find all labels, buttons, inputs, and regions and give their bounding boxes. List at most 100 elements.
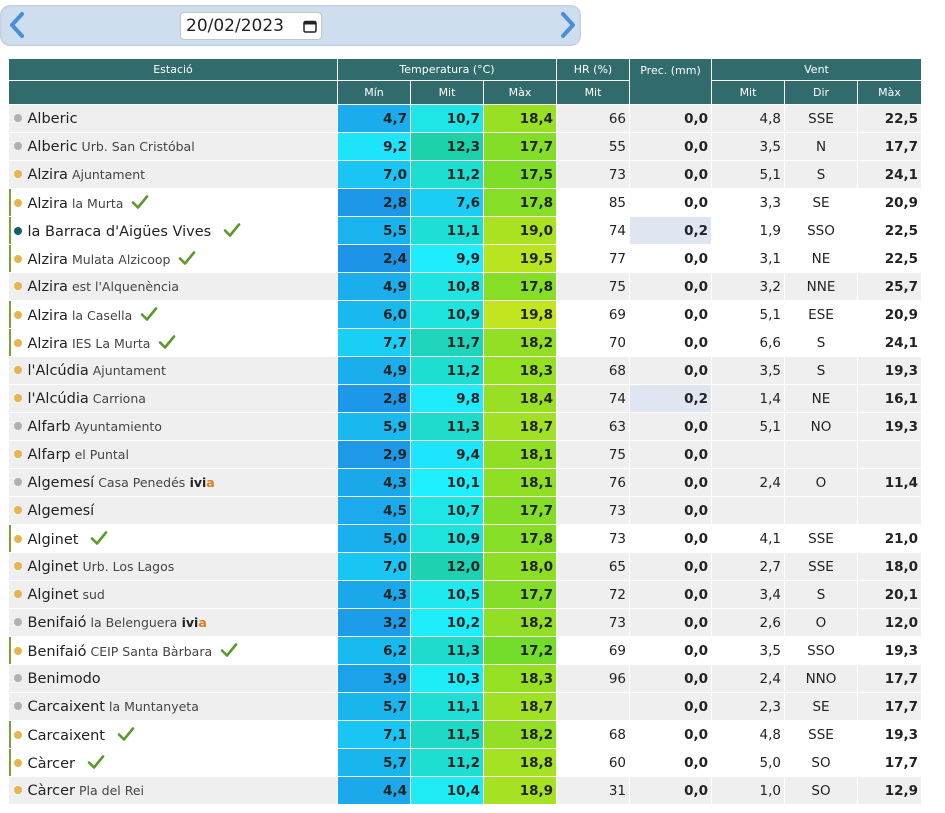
station-name[interactable]: Benifaió	[28, 615, 87, 631]
station-cell[interactable]: Benifaió CEIP Santa Bàrbara	[8, 636, 338, 665]
station-name[interactable]: Càrcer	[28, 756, 76, 772]
station-cell[interactable]: Alginet	[8, 524, 338, 553]
wind-max-cell: 20,9	[857, 300, 922, 329]
checkmark-icon	[117, 726, 135, 742]
station-name[interactable]: Benifaió	[28, 644, 87, 660]
temp-max-cell: 17,7	[483, 496, 557, 525]
station-name[interactable]: la Barraca d'Aigües Vives	[28, 224, 212, 240]
calendar-icon[interactable]	[303, 19, 317, 33]
station-cell[interactable]: Benimodo	[8, 664, 338, 693]
station-name[interactable]: Alberic	[28, 111, 78, 127]
checkmark-icon	[131, 194, 149, 210]
header-wind-max[interactable]: Màx	[857, 80, 922, 105]
station-name[interactable]: Alginet	[28, 532, 79, 548]
header-wind-avg[interactable]: Mit	[711, 80, 785, 105]
station-name[interactable]: Alginet	[28, 559, 79, 575]
station-name[interactable]: Alzira	[28, 308, 68, 324]
chevron-right-icon[interactable]	[551, 7, 583, 43]
station-cell[interactable]: Algemesí Casa Penedés ivia	[8, 468, 338, 497]
station-cell[interactable]: la Barraca d'Aigües Vives	[8, 216, 338, 245]
header-hr-avg[interactable]: Mit	[556, 80, 630, 105]
station-name[interactable]: Alzira	[28, 167, 68, 183]
hr-cell: 73	[556, 524, 630, 553]
status-dot-icon	[13, 505, 22, 514]
prec-cell: 0,0	[629, 524, 712, 553]
station-name[interactable]: Alfarp	[28, 447, 71, 463]
station-cell[interactable]: Alzira est l'Alquenència	[8, 272, 338, 301]
station-name[interactable]: l'Alcúdia	[28, 391, 89, 407]
wind-dir-cell: S	[784, 160, 858, 189]
station-name[interactable]: l'Alcúdia	[28, 363, 89, 379]
header-temp-avg[interactable]: Mit	[410, 80, 484, 105]
station-subname: Ayuntamiento	[74, 418, 162, 434]
table-row: Algemesí 4,5 10,7 17,7 73 0,0	[8, 496, 922, 525]
station-subname: Carriona	[92, 390, 146, 406]
table-row: l'Alcúdia Carriona 2,8 9,8 18,4 74 0,2 1,4 NE 16,…	[8, 384, 922, 413]
wind-dir-cell: SO	[784, 748, 858, 777]
wind-avg-cell	[711, 496, 785, 525]
prec-cell: 0,0	[629, 468, 712, 497]
station-name[interactable]: Alzira	[28, 279, 68, 295]
station-name[interactable]: Alzira	[28, 336, 68, 352]
station-cell[interactable]: Alberic	[8, 104, 338, 133]
station-name[interactable]: Algemesí	[28, 503, 95, 519]
station-cell[interactable]: l'Alcúdia Carriona	[8, 384, 338, 413]
header-temp-max[interactable]: Màx	[483, 80, 557, 105]
wind-max-cell: 20,9	[857, 188, 922, 217]
temp-min-cell: 3,2	[337, 608, 411, 637]
wind-max-cell: 17,7	[857, 132, 922, 161]
station-name[interactable]: Alginet	[28, 587, 79, 603]
station-cell[interactable]: Alberic Urb. San Cristóbal	[8, 132, 338, 161]
station-subname: Ajuntament	[92, 362, 166, 378]
date-input[interactable]: 20/02/2023	[180, 12, 322, 40]
station-cell[interactable]: Alzira Ajuntament	[8, 160, 338, 189]
temp-max-cell: 19,0	[483, 216, 557, 245]
station-cell[interactable]: Càrcer Pla del Rei	[8, 776, 338, 805]
station-cell[interactable]: Alzira la Murta	[8, 188, 338, 217]
station-cell[interactable]: Càrcer	[8, 748, 338, 777]
station-cell[interactable]: Carcaixent la Muntanyeta	[8, 692, 338, 721]
hr-cell: 60	[556, 748, 630, 777]
station-cell[interactable]: Alzira la Casella	[8, 300, 338, 329]
station-name[interactable]: Algemesí	[28, 475, 95, 491]
prec-cell: 0,0	[629, 440, 712, 469]
prec-cell: 0,0	[629, 272, 712, 301]
wind-avg-cell	[711, 440, 785, 469]
station-subname: IES La Murta	[71, 335, 151, 351]
station-cell[interactable]: Alginet Urb. Los Lagos	[8, 552, 338, 581]
wind-dir-cell: N	[784, 132, 858, 161]
station-cell[interactable]: Alfarb Ayuntamiento	[8, 412, 338, 441]
wind-avg-cell: 3,1	[711, 244, 785, 273]
header-temp-min[interactable]: Mín	[337, 80, 411, 105]
header-precipitation[interactable]: Prec. (mm)	[629, 58, 712, 105]
station-name[interactable]: Benimodo	[28, 671, 101, 687]
station-cell[interactable]: Alzira Mulata Alzicoop	[8, 244, 338, 273]
station-name[interactable]: Carcaixent	[28, 699, 105, 715]
hr-cell: 63	[556, 412, 630, 441]
status-dot-icon	[13, 198, 22, 207]
header-wind-dir[interactable]: Dir	[784, 80, 858, 105]
station-cell[interactable]: Alginet sud	[8, 580, 338, 609]
station-name[interactable]: Càrcer	[28, 783, 76, 799]
station-cell[interactable]: Alzira IES La Murta	[8, 328, 338, 357]
hr-cell: 85	[556, 188, 630, 217]
wind-avg-cell: 3,5	[711, 636, 785, 665]
station-cell[interactable]: Carcaixent	[8, 720, 338, 749]
station-cell[interactable]: Alfarp el Puntal	[8, 440, 338, 469]
header-station[interactable]: Estació	[8, 58, 338, 81]
station-tag: ivia	[182, 615, 207, 630]
station-cell[interactable]: Algemesí	[8, 496, 338, 525]
station-subname: sud	[82, 586, 105, 602]
chevron-left-icon[interactable]	[2, 7, 34, 43]
table-row: Benimodo 3,9 10,3 18,3 96 0,0 2,4 NNO 17,7	[8, 664, 922, 693]
station-name[interactable]: Alfarb	[28, 419, 71, 435]
station-name[interactable]: Alzira	[28, 196, 68, 212]
hr-cell: 73	[556, 608, 630, 637]
station-cell[interactable]: l'Alcúdia Ajuntament	[8, 356, 338, 385]
station-name[interactable]: Carcaixent	[28, 728, 105, 744]
prec-cell: 0,0	[629, 244, 712, 273]
station-cell[interactable]: Benifaió la Belenguera ivia	[8, 608, 338, 637]
station-name[interactable]: Alzira	[28, 252, 68, 268]
station-name[interactable]: Alberic	[28, 139, 78, 155]
temp-max-cell: 17,5	[483, 160, 557, 189]
